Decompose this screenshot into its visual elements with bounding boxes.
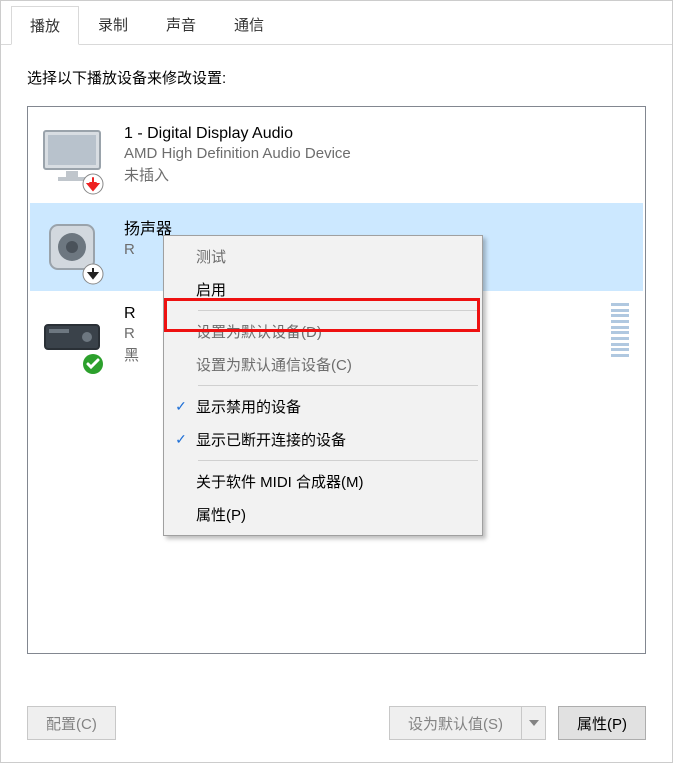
menu-label: 显示禁用的设备 [196,396,472,417]
instruction-text: 选择以下播放设备来修改设置: [27,67,646,88]
tab-playback[interactable]: 播放 [11,6,79,45]
menu-label: 关于软件 MIDI 合成器(M) [196,471,472,492]
menu-separator [198,460,478,461]
check-icon: ✓ [166,431,196,448]
device-status: 未插入 [124,164,351,185]
set-default-split-button: 设为默认值(S) [389,706,546,740]
menu-label: 启用 [196,279,472,300]
sound-settings-window: 播放 录制 声音 通信 选择以下播放设备来修改设置: [0,0,673,763]
tab-content: 选择以下播放设备来修改设置: [1,45,672,672]
device-desc: AMD High Definition Audio Device [124,145,351,162]
menu-show-disabled[interactable]: ✓ 显示禁用的设备 [166,390,480,423]
menu-about-midi[interactable]: 关于软件 MIDI 合成器(M) [166,465,480,498]
menu-separator [198,310,478,311]
device-name: 1 - Digital Display Audio [124,125,351,143]
device-status: 黑 [124,344,139,365]
tab-recording[interactable]: 录制 [79,5,147,44]
device-info: R R 黑 [108,301,139,365]
level-meter [611,303,629,357]
tab-sounds[interactable]: 声音 [147,5,215,44]
speaker-icon [36,211,108,283]
properties-button[interactable]: 属性(P) [558,706,646,740]
device-desc: R [124,325,139,342]
menu-show-disconnected[interactable]: ✓ 显示已断开连接的设备 [166,423,480,456]
menu-separator [198,385,478,386]
menu-properties[interactable]: 属性(P) [166,498,480,531]
tab-bar: 播放 录制 声音 通信 [1,1,672,45]
menu-label: 设置为默认通信设备(C) [196,354,472,375]
tab-communications[interactable]: 通信 [215,5,283,44]
set-default-dropdown[interactable] [522,706,546,740]
device-row[interactable]: 1 - Digital Display Audio AMD High Defin… [30,113,643,201]
audio-device-icon [36,301,108,373]
down-arrow-icon [82,263,104,285]
device-name: R [124,305,139,323]
check-icon: ✓ [166,398,196,415]
device-list[interactable]: 1 - Digital Display Audio AMD High Defin… [27,106,646,654]
menu-label: 测试 [196,246,472,267]
set-default-button[interactable]: 设为默认值(S) [389,706,522,740]
checkmark-icon [82,353,104,375]
monitor-icon [36,121,108,193]
chevron-down-icon [529,720,539,726]
menu-set-default-comm[interactable]: 设置为默认通信设备(C) [166,348,480,381]
context-menu: 测试 启用 设置为默认设备(D) 设置为默认通信设备(C) ✓ [163,235,483,536]
menu-test[interactable]: 测试 [166,240,480,273]
menu-label: 属性(P) [196,504,472,525]
menu-set-default[interactable]: 设置为默认设备(D) [166,315,480,348]
menu-enable[interactable]: 启用 [166,273,480,306]
down-arrow-icon [82,173,104,195]
menu-label: 设置为默认设备(D) [196,321,472,342]
menu-label: 显示已断开连接的设备 [196,429,472,450]
configure-button[interactable]: 配置(C) [27,706,116,740]
button-bar: 配置(C) 设为默认值(S) 属性(P) [27,706,646,740]
device-info: 1 - Digital Display Audio AMD High Defin… [108,121,351,185]
